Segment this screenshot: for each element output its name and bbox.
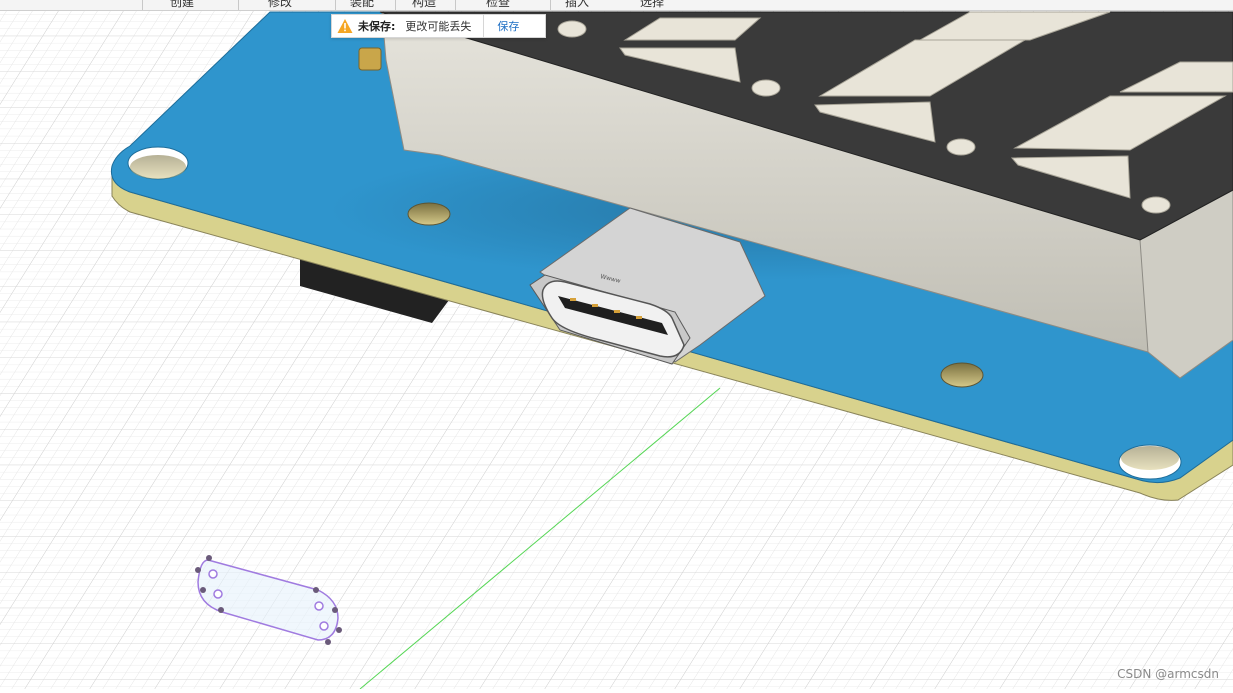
- watermark: CSDN @armcsdn: [1117, 667, 1219, 681]
- warning-triangle-icon: [337, 18, 353, 34]
- menu-select[interactable]: 选择: [640, 0, 664, 10]
- menu-separator: [455, 0, 456, 10]
- top-toolbar: 创建 修改 装配 构造 检查 插入 选择: [0, 0, 1233, 11]
- menu-construct[interactable]: 构造: [412, 0, 436, 10]
- menu-inspect[interactable]: 检查: [486, 0, 510, 10]
- menu-separator: [335, 0, 336, 10]
- canvas-viewport[interactable]: Wwww: [0, 0, 1233, 690]
- unsaved-message: 更改可能丢失: [405, 20, 472, 33]
- 3d-scene[interactable]: Wwww: [0, 0, 1233, 690]
- via-hole: [940, 362, 984, 388]
- smd-component: [358, 47, 382, 71]
- menu-insert[interactable]: 插入: [565, 0, 589, 10]
- unsaved-banner: 未保存: 更改可能丢失 保存: [331, 14, 546, 38]
- menu-separator: [395, 0, 396, 10]
- menu-modify[interactable]: 修改: [268, 0, 292, 10]
- menu-assemble[interactable]: 装配: [350, 0, 374, 10]
- menu-create[interactable]: 创建: [170, 0, 194, 10]
- save-button[interactable]: 保存: [497, 18, 519, 34]
- unsaved-title: 未保存:: [358, 20, 396, 33]
- menu-separator: [550, 0, 551, 10]
- banner-divider: [483, 15, 485, 37]
- menu-separator: [142, 0, 143, 10]
- menu-separator: [238, 0, 239, 10]
- via-hole: [407, 202, 451, 226]
